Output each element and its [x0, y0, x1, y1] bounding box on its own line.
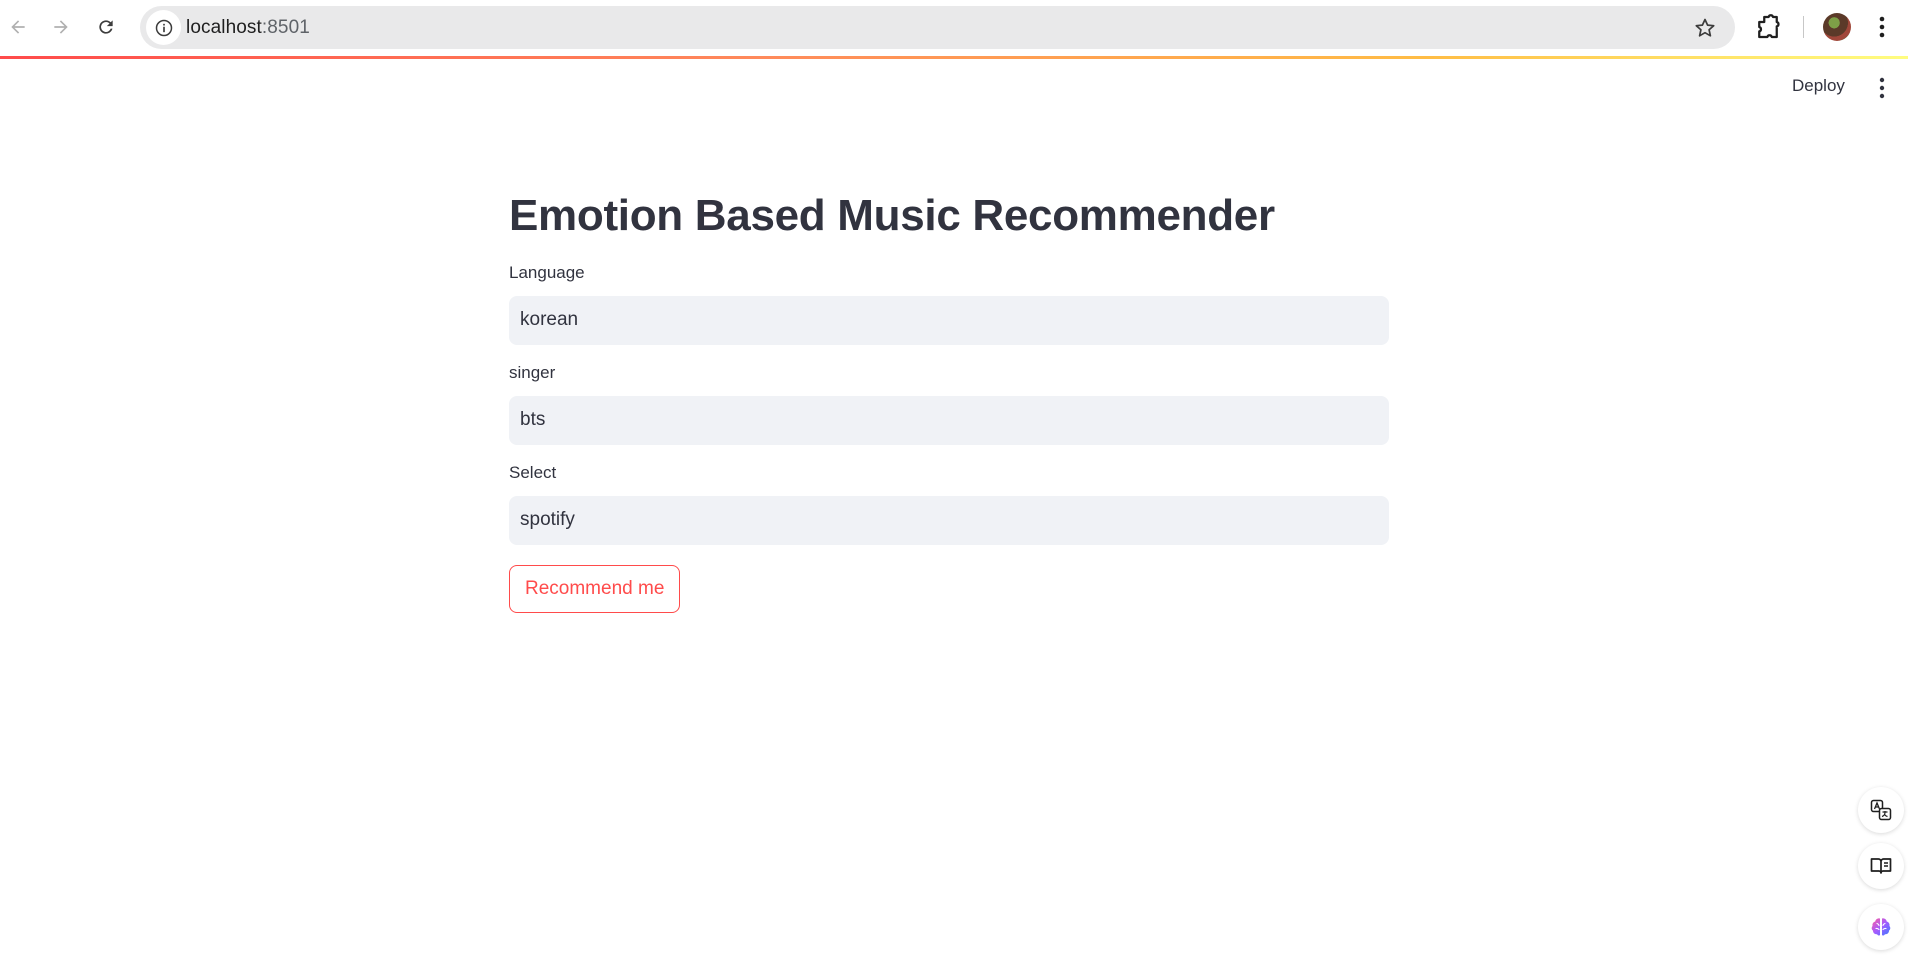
- deploy-button[interactable]: Deploy: [1786, 74, 1851, 98]
- url-text[interactable]: localhost:8501: [186, 17, 310, 39]
- main-container: Emotion Based Music Recommender Language…: [509, 190, 1389, 613]
- more-vertical-icon[interactable]: [1871, 76, 1893, 100]
- chrome-menu-icon[interactable]: [1871, 14, 1893, 40]
- site-info-icon: [155, 19, 172, 36]
- language-input[interactable]: korean: [509, 295, 1389, 345]
- extensions-icon[interactable]: [1753, 12, 1783, 42]
- singer-input[interactable]: bts: [509, 395, 1389, 445]
- ai-assistant-button[interactable]: [1858, 904, 1904, 950]
- page-title: Emotion Based Music Recommender: [509, 191, 1275, 240]
- translate-button[interactable]: [1858, 787, 1904, 833]
- url-port: :8501: [261, 17, 310, 38]
- reload-icon: [99, 20, 113, 34]
- reading-mode-icon: [1870, 858, 1892, 874]
- translate-icon: [1870, 799, 1892, 821]
- select-input[interactable]: spotify: [509, 495, 1389, 545]
- toolbar-divider: [1803, 16, 1804, 38]
- ai-brain-icon: [1871, 918, 1891, 936]
- select-label: Select: [509, 462, 557, 482]
- back-icon: [11, 20, 25, 34]
- back-button[interactable]: [0, 9, 36, 45]
- bookmark-star-icon[interactable]: [1693, 16, 1717, 40]
- reload-button[interactable]: [88, 9, 124, 45]
- address-bar[interactable]: localhost:8501: [140, 6, 1735, 49]
- forward-button[interactable]: [43, 9, 79, 45]
- streamlit-decoration-bar: [0, 56, 1908, 59]
- site-info-button[interactable]: [146, 10, 181, 45]
- reading-mode-button[interactable]: [1858, 843, 1904, 889]
- browser-toolbar: localhost:8501: [0, 0, 1908, 54]
- profile-avatar[interactable]: [1823, 13, 1851, 41]
- forward-icon: [54, 20, 68, 34]
- language-label: Language: [509, 262, 585, 282]
- url-host: localhost: [186, 17, 262, 38]
- singer-label: singer: [509, 362, 556, 382]
- recommend-button[interactable]: Recommend me: [509, 564, 681, 613]
